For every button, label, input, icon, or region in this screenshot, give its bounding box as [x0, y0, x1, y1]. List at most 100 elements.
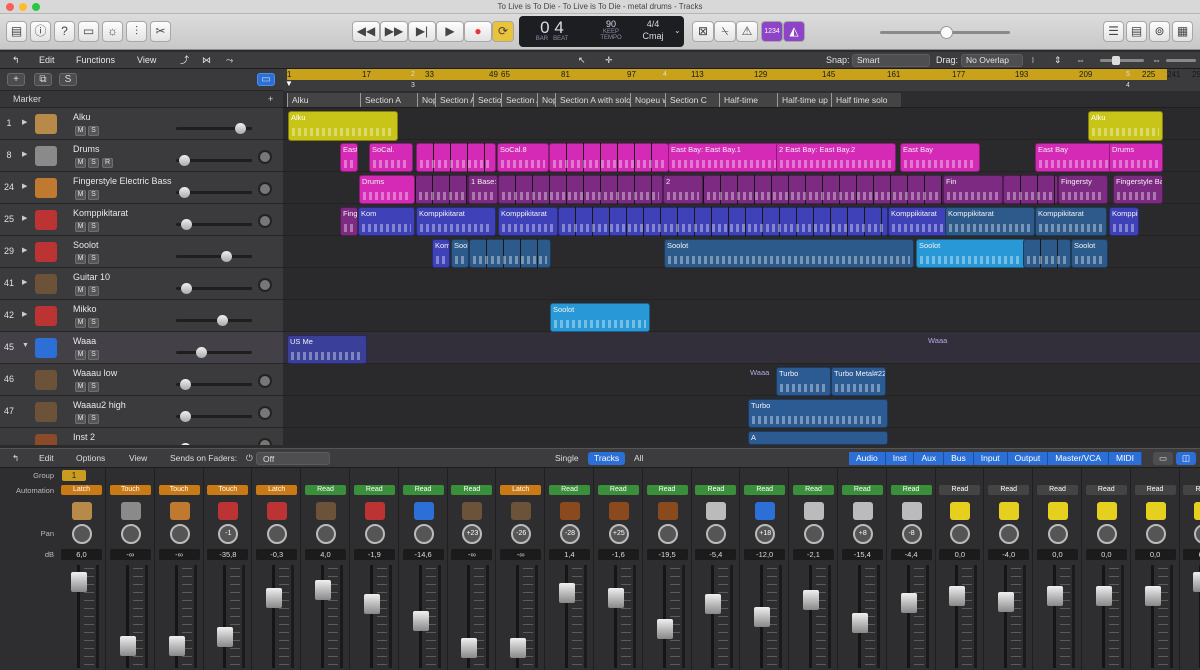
- pan-knob[interactable]: [1048, 524, 1068, 544]
- mute-button[interactable]: M: [75, 382, 86, 392]
- replace-button[interactable]: ⊠: [692, 21, 714, 42]
- mixer-edit-menu[interactable]: Edit: [33, 452, 60, 465]
- volume-slider[interactable]: [176, 219, 252, 230]
- track-header[interactable]: 25 ▶ Komppikitarat M S: [0, 204, 283, 236]
- disclosure-icon[interactable]: ▶: [22, 150, 27, 158]
- pan-knob[interactable]: [169, 524, 190, 544]
- horizontal-zoom-slider[interactable]: [1100, 56, 1144, 65]
- fader-cap[interactable]: [754, 606, 771, 627]
- automation-mode-button[interactable]: Read: [402, 485, 444, 495]
- solo-button[interactable]: S: [88, 382, 99, 392]
- marker[interactable]: Section A: [360, 93, 417, 107]
- mixer-view-menu[interactable]: View: [123, 452, 153, 465]
- automation-mode-button[interactable]: Read: [939, 485, 981, 495]
- region[interactable]: Kom: [358, 207, 415, 236]
- disclosure-icon[interactable]: ▶: [22, 246, 27, 254]
- automation-mode-button[interactable]: Read: [1183, 485, 1200, 495]
- pan-knob[interactable]: -8: [901, 524, 922, 544]
- pan-knob[interactable]: -1: [218, 524, 239, 544]
- volume-slider-knob[interactable]: [179, 443, 191, 445]
- solo-button[interactable]: S: [88, 350, 99, 360]
- mute-button[interactable]: M: [75, 286, 86, 296]
- automation-mode-button[interactable]: Read: [841, 485, 883, 495]
- volume-slider-knob[interactable]: [220, 251, 232, 262]
- marker[interactable]: Nopeu with: [630, 93, 665, 107]
- library-button[interactable]: ▤: [6, 21, 27, 42]
- pan-knob[interactable]: [706, 524, 727, 544]
- mute-button[interactable]: M: [75, 222, 86, 232]
- fader-cap[interactable]: [998, 592, 1015, 613]
- solo-button[interactable]: ⚠: [736, 21, 758, 42]
- fader-track[interactable]: [1150, 565, 1154, 668]
- automation-mode-button[interactable]: Touch: [109, 485, 151, 495]
- horizontal-zoom-icon[interactable]: ⇔: [1076, 54, 1085, 67]
- tuner-button[interactable]: ⍀: [714, 21, 736, 42]
- mixer-tab-single[interactable]: Single: [549, 452, 585, 465]
- close-window-button[interactable]: [6, 3, 14, 11]
- mute-button[interactable]: M: [75, 350, 86, 360]
- fader-cap[interactable]: [656, 618, 673, 639]
- waveform-zoom-icon[interactable]: ⧘: [1032, 54, 1034, 67]
- track-header[interactable]: 29 ▶ Soolot M S: [0, 236, 283, 268]
- volume-slider[interactable]: [176, 123, 252, 134]
- automation-mode-button[interactable]: Touch: [158, 485, 200, 495]
- record-button[interactable]: ●: [464, 21, 492, 42]
- drag-select[interactable]: No Overlap: [961, 54, 1023, 67]
- track-header[interactable]: 24 ▶ Fingerstyle Electric Bass M S: [0, 172, 283, 204]
- region[interactable]: A: [748, 431, 888, 445]
- marker[interactable]: Nop: [417, 93, 435, 107]
- volume-slider[interactable]: [176, 315, 252, 326]
- volume-slider[interactable]: [176, 251, 252, 262]
- pan-knob[interactable]: -28: [560, 524, 580, 544]
- region[interactable]: Turbo: [776, 367, 831, 396]
- region[interactable]: 1 Base: Fin: [468, 175, 498, 204]
- pan-knob[interactable]: [258, 214, 272, 228]
- region[interactable]: East: [340, 143, 358, 172]
- toolbar-button[interactable]: ▭: [78, 21, 99, 42]
- region[interactable]: Soolot: [664, 239, 914, 268]
- region[interactable]: Fingerstyle Ele: [340, 207, 358, 236]
- volume-slider-knob[interactable]: [181, 283, 193, 294]
- automation-mode-button[interactable]: Read: [1037, 485, 1078, 495]
- volume-slider[interactable]: [176, 379, 252, 390]
- fader-track[interactable]: [955, 565, 959, 668]
- marquee-tool-icon[interactable]: ✛: [605, 54, 613, 67]
- zoom-window-button[interactable]: [32, 3, 40, 11]
- marker[interactable]: Section C: [665, 93, 719, 107]
- fader-cap[interactable]: [119, 635, 136, 656]
- fader-cap[interactable]: [559, 583, 575, 604]
- global-solo-button[interactable]: S: [59, 73, 77, 86]
- automation-mode-button[interactable]: Read: [1085, 485, 1127, 495]
- pan-knob[interactable]: [1145, 524, 1166, 544]
- pan-knob[interactable]: [804, 524, 824, 544]
- region[interactable]: Kompp: [432, 239, 450, 268]
- automation-mode-button[interactable]: Read: [646, 485, 688, 495]
- fast-forward-button[interactable]: ▶▶: [380, 21, 408, 42]
- inspector-button[interactable]: ⓘ: [30, 21, 51, 42]
- region[interactable]: [703, 175, 943, 204]
- solo-button[interactable]: S: [88, 414, 99, 424]
- region[interactable]: Waaa: [748, 367, 776, 396]
- single-view-icon[interactable]: ▭: [1153, 452, 1174, 465]
- fader-cap[interactable]: [71, 571, 87, 592]
- play-button[interactable]: ▶: [436, 21, 464, 42]
- back-icon[interactable]: ↰: [12, 54, 20, 67]
- region[interactable]: Komppikitarat: [1109, 207, 1139, 236]
- mixer-filter-midi[interactable]: MIDI: [1109, 452, 1142, 465]
- marker[interactable]: Half time solo: [831, 93, 901, 107]
- pan-knob[interactable]: [413, 524, 434, 544]
- pan-knob[interactable]: [1194, 524, 1200, 544]
- track-header[interactable]: 47 Waaau2 high M S: [0, 396, 283, 428]
- split-view-icon[interactable]: ◫: [1176, 452, 1197, 465]
- fader-cap[interactable]: [168, 635, 185, 656]
- automation-mode-button[interactable]: Read: [597, 485, 639, 495]
- fader-cap[interactable]: [461, 638, 478, 659]
- tracks-area[interactable]: Alku Alku East SoCal. SoCal.8 East Bay: East …: [283, 108, 1200, 445]
- fader-track[interactable]: [272, 565, 276, 668]
- add-marker-icon[interactable]: +: [268, 91, 273, 108]
- minimize-window-button[interactable]: [19, 3, 27, 11]
- volume-slider-knob[interactable]: [181, 219, 193, 230]
- mute-button[interactable]: M: [75, 254, 86, 264]
- volume-slider-knob[interactable]: [179, 187, 191, 198]
- region[interactable]: East Bay: [1035, 143, 1113, 172]
